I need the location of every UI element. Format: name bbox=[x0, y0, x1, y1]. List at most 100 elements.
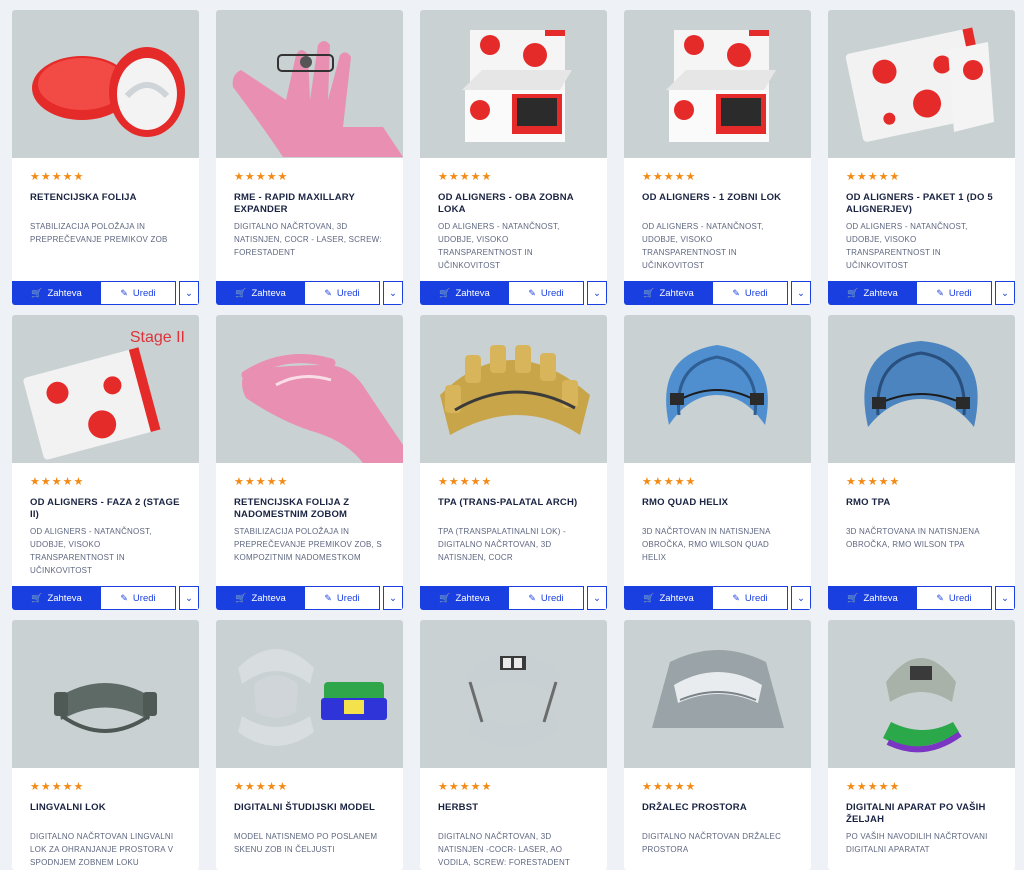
product-title[interactable]: RME - RAPID MAXILLARY EXPANDER bbox=[234, 192, 385, 216]
product-title[interactable]: DRŽALEC PROSTORA bbox=[642, 802, 793, 826]
product-image[interactable] bbox=[12, 10, 199, 158]
edit-icon: ✎ bbox=[528, 287, 536, 298]
product-description: OD ALIGNERS - NATANČNOST, UDOBJE, VISOKO… bbox=[642, 222, 764, 270]
product-title[interactable]: RETENCIJSKA FOLIJA Z NADOMESTNIM ZOBOM bbox=[234, 497, 385, 521]
chevron-down-icon: ⌄ bbox=[593, 287, 601, 299]
request-label: Zahteva bbox=[47, 592, 82, 604]
product-image[interactable] bbox=[624, 315, 811, 463]
product-image[interactable] bbox=[420, 10, 607, 158]
more-options-button[interactable]: ⌄ bbox=[791, 281, 811, 305]
more-options-button[interactable]: ⌄ bbox=[995, 281, 1015, 305]
request-button[interactable]: 🛒 Zahteva bbox=[420, 281, 509, 305]
edit-button[interactable]: ✎ Uredi bbox=[305, 281, 380, 305]
more-options-button[interactable]: ⌄ bbox=[179, 586, 199, 610]
product-card[interactable]: Stage II ★★★★★ OD ALIGNERS - FAZA 2 (STAGE… bbox=[12, 315, 199, 610]
product-grid: ★★★★★ RETENCIJSKA FOLIJA STABILIZACIJA POL… bbox=[12, 10, 1015, 870]
request-button[interactable]: 🛒 Zahteva bbox=[420, 586, 509, 610]
product-card[interactable]: ★★★★★ DIGITALNI ŠTUDIJSKI MODEL MODEL NATI… bbox=[216, 620, 403, 870]
product-card[interactable]: ★★★★★ RETENCIJSKA FOLIJA Z NADOMESTNIM ZO… bbox=[216, 315, 403, 610]
edit-button[interactable]: ✎ Uredi bbox=[101, 281, 176, 305]
product-title[interactable]: DIGITALNI APARAT PO VAŠIH ŽELJAH bbox=[846, 802, 997, 826]
product-card[interactable]: ★★★★★ DRŽALEC PROSTORA DIGITALNO NAČRTOVAN… bbox=[624, 620, 811, 870]
request-label: Zahteva bbox=[47, 287, 82, 299]
edit-button[interactable]: ✎ Uredi bbox=[917, 281, 992, 305]
product-card[interactable]: ★★★★★ HERBST DIGITALNO NAČRTOVAN, 3D NATIS… bbox=[420, 620, 607, 870]
edit-button[interactable]: ✎ Uredi bbox=[305, 586, 380, 610]
product-card[interactable]: ★★★★★ RMO Quad Helix 3D NAČRTOVAN IN NATIS… bbox=[624, 315, 811, 610]
product-actions: 🛒 Zahteva ✎ Uredi ⌄ bbox=[216, 281, 403, 305]
product-title[interactable]: DIGITALNI ŠTUDIJSKI MODEL bbox=[234, 802, 385, 826]
product-image[interactable] bbox=[216, 10, 403, 158]
more-options-button[interactable]: ⌄ bbox=[791, 586, 811, 610]
rating-stars: ★★★★★ bbox=[438, 781, 493, 793]
edit-label: Uredi bbox=[132, 592, 156, 604]
product-description: OD ALIGNERS - NATANČNOST, UDOBJE, VISOKO… bbox=[846, 222, 968, 270]
more-options-button[interactable]: ⌄ bbox=[587, 281, 607, 305]
edit-button[interactable]: ✎ Uredi bbox=[509, 586, 584, 610]
product-actions: 🛒 Zahteva ✎ Uredi ⌄ bbox=[828, 586, 1015, 610]
rating-stars: ★★★★★ bbox=[438, 476, 493, 488]
product-card[interactable]: ★★★★★ RMO TPA 3D NAČRTOVANA IN NATISNJENA … bbox=[828, 315, 1015, 610]
request-button[interactable]: 🛒 Zahteva bbox=[624, 281, 713, 305]
request-button[interactable]: 🛒 Zahteva bbox=[624, 586, 713, 610]
more-options-button[interactable]: ⌄ bbox=[995, 586, 1015, 610]
request-button[interactable]: 🛒 Zahteva bbox=[12, 281, 101, 305]
request-button[interactable]: 🛒 Zahteva bbox=[12, 586, 101, 610]
product-actions: 🛒 Zahteva ✎ Uredi ⌄ bbox=[420, 281, 607, 305]
request-button[interactable]: 🛒 Zahteva bbox=[828, 281, 917, 305]
request-button[interactable]: 🛒 Zahteva bbox=[216, 586, 305, 610]
product-card[interactable]: ★★★★★ RETENCIJSKA FOLIJA STABILIZACIJA POL… bbox=[12, 10, 199, 305]
product-title[interactable]: RMO Quad Helix bbox=[642, 497, 793, 521]
edit-icon: ✎ bbox=[120, 592, 128, 603]
product-card[interactable]: ★★★★★ RME - RAPID MAXILLARY EXPANDER DIGIT… bbox=[216, 10, 403, 305]
more-options-button[interactable]: ⌄ bbox=[587, 586, 607, 610]
chevron-down-icon: ⌄ bbox=[185, 287, 193, 299]
product-image[interactable] bbox=[624, 620, 811, 768]
product-title[interactable]: OD ALIGNERS - PAKET 1 (DO 5 ALIGNERJEV) bbox=[846, 192, 997, 216]
product-card[interactable]: ★★★★★ TPA (TRANS-PALATAL ARCH) TPA (TRANSP… bbox=[420, 315, 607, 610]
product-description: PO VAŠIH NAVODILIH NAČRTOVANI DIGITALNI … bbox=[846, 832, 988, 854]
edit-label: Uredi bbox=[744, 592, 768, 604]
product-image[interactable] bbox=[624, 10, 811, 158]
more-options-button[interactable]: ⌄ bbox=[179, 281, 199, 305]
edit-button[interactable]: ✎ Uredi bbox=[509, 281, 584, 305]
chevron-down-icon: ⌄ bbox=[389, 592, 397, 604]
product-title[interactable]: OD ALIGNERS - FAZA 2 (STAGE II) bbox=[30, 497, 181, 521]
product-image[interactable] bbox=[216, 315, 403, 463]
product-image[interactable] bbox=[216, 620, 403, 768]
request-button[interactable]: 🛒 Zahteva bbox=[828, 586, 917, 610]
product-card[interactable]: ★★★★★ OD ALIGNERS - OBA ZOBNA LOKA OD ALIG… bbox=[420, 10, 607, 305]
edit-button[interactable]: ✎ Uredi bbox=[713, 586, 788, 610]
more-options-button[interactable]: ⌄ bbox=[383, 586, 403, 610]
edit-button[interactable]: ✎ Uredi bbox=[917, 586, 992, 610]
product-image[interactable] bbox=[828, 10, 1015, 158]
product-image[interactable] bbox=[828, 315, 1015, 463]
product-card[interactable]: ★★★★★ DIGITALNI APARAT PO VAŠIH ŽELJAH PO … bbox=[828, 620, 1015, 870]
product-image[interactable] bbox=[12, 620, 199, 768]
product-image[interactable] bbox=[420, 315, 607, 463]
product-card[interactable]: ★★★★★ OD ALIGNERS - PAKET 1 (DO 5 ALIGNER… bbox=[828, 10, 1015, 305]
request-button[interactable]: 🛒 Zahteva bbox=[216, 281, 305, 305]
rating-stars: ★★★★★ bbox=[30, 171, 85, 183]
product-title[interactable]: HERBST bbox=[438, 802, 589, 826]
product-actions: 🛒 Zahteva ✎ Uredi ⌄ bbox=[624, 586, 811, 610]
edit-label: Uredi bbox=[540, 287, 564, 299]
more-options-button[interactable]: ⌄ bbox=[383, 281, 403, 305]
product-title[interactable]: OD ALIGNERS - OBA ZOBNA LOKA bbox=[438, 192, 589, 216]
product-card[interactable]: ★★★★★ OD ALIGNERS - 1 ZOBNI LOK OD ALIGNER… bbox=[624, 10, 811, 305]
product-image[interactable] bbox=[828, 620, 1015, 768]
product-title[interactable]: RMO TPA bbox=[846, 497, 997, 521]
product-image[interactable] bbox=[420, 620, 607, 768]
cart-icon: 🛒 bbox=[31, 592, 43, 603]
edit-button[interactable]: ✎ Uredi bbox=[713, 281, 788, 305]
product-description: OD ALIGNERS - NATANČNOST, UDOBJE, VISOKO… bbox=[438, 222, 560, 270]
product-title[interactable]: TPA (TRANS-PALATAL ARCH) bbox=[438, 497, 589, 521]
edit-label: Uredi bbox=[744, 287, 768, 299]
request-label: Zahteva bbox=[251, 592, 286, 604]
product-title[interactable]: RETENCIJSKA FOLIJA bbox=[30, 192, 181, 216]
edit-button[interactable]: ✎ Uredi bbox=[101, 586, 176, 610]
product-title[interactable]: LINGVALNI LOK bbox=[30, 802, 181, 826]
product-title[interactable]: OD ALIGNERS - 1 ZOBNI LOK bbox=[642, 192, 793, 216]
product-image[interactable]: Stage II bbox=[12, 315, 199, 463]
product-card[interactable]: ★★★★★ LINGVALNI LOK DIGITALNO NAČRTOVAN LI… bbox=[12, 620, 199, 870]
